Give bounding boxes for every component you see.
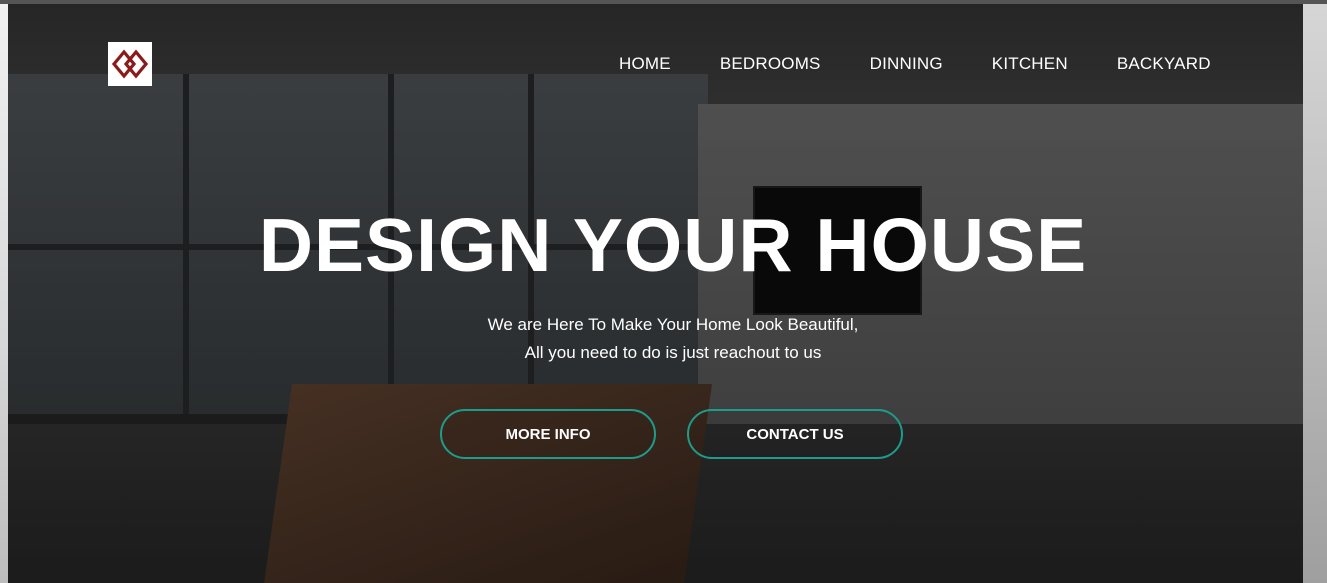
- more-info-button[interactable]: MORE INFO: [440, 409, 656, 459]
- right-edge-strip: [1303, 4, 1327, 583]
- hero-subtitle-line-2: All you need to do is just reachout to u…: [524, 343, 822, 362]
- nav-item-kitchen[interactable]: KITCHEN: [992, 54, 1068, 74]
- nav-item-bedrooms[interactable]: BEDROOMS: [720, 54, 821, 74]
- main-nav: HOME BEDROOMS DINNING KITCHEN BACKYARD: [619, 54, 1211, 74]
- hero-subtitle: We are Here To Make Your Home Look Beaut…: [8, 311, 1303, 367]
- contact-us-button[interactable]: CONTACT US: [687, 409, 903, 459]
- hero-section: HOME BEDROOMS DINNING KITCHEN BACKYARD D…: [8, 4, 1303, 583]
- nav-item-home[interactable]: HOME: [619, 54, 671, 74]
- nav-item-dinning[interactable]: DINNING: [870, 54, 943, 74]
- hero-dark-overlay: [8, 4, 1303, 583]
- nav-item-backyard[interactable]: BACKYARD: [1117, 54, 1211, 74]
- hero-subtitle-line-1: We are Here To Make Your Home Look Beaut…: [487, 315, 859, 334]
- site-logo[interactable]: [108, 42, 152, 86]
- left-edge-strip: [0, 4, 8, 583]
- hero-headline: DESIGN YOUR HOUSE: [258, 203, 1088, 287]
- diamond-link-logo-icon: [111, 49, 149, 79]
